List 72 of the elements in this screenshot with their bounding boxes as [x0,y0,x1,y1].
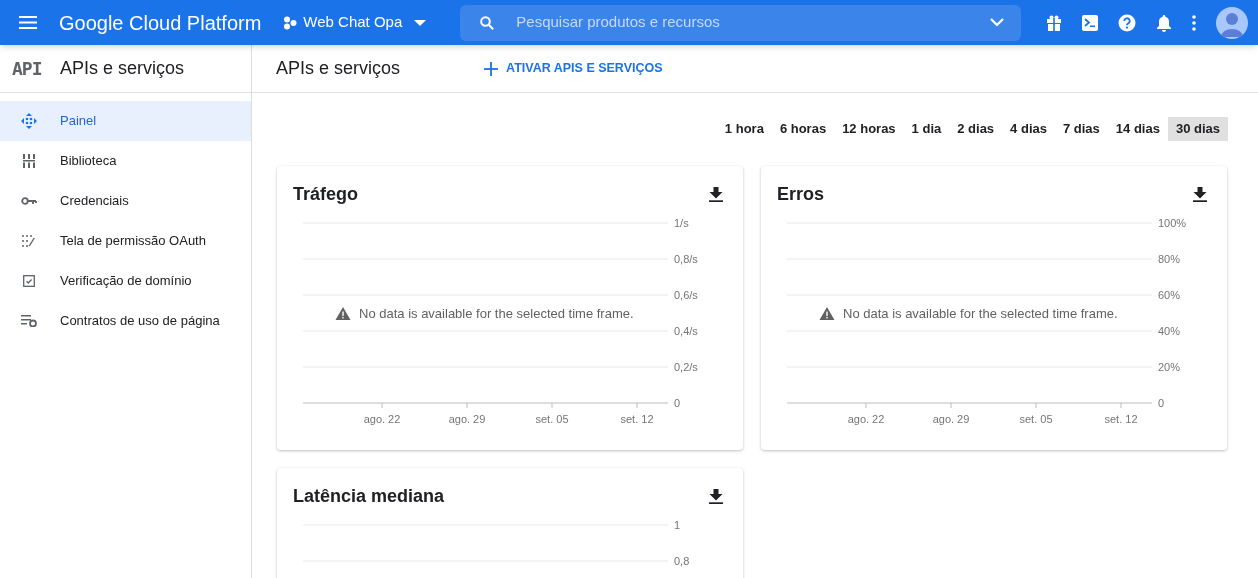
key-icon [20,197,37,205]
y-axis-label: 0,8 [674,555,690,567]
sidebar-item[interactable]: Tela de permissão OAuth [0,221,251,261]
x-axis-label: set. 05 [535,413,569,425]
dotted-pen-icon [21,235,36,247]
api-logo-icon: API [12,55,46,82]
time-range-tab[interactable]: 14 dias [1107,117,1168,141]
product-logo[interactable]: Google Cloud Platform [59,7,262,38]
download-icon[interactable] [709,186,723,202]
y-axis-label: 0,6/s [674,289,698,301]
no-data-message: No data is available for the selected time frame. [843,306,1118,321]
x-axis-label: set. 12 [620,413,654,425]
y-axis-label: 40% [1158,325,1181,337]
time-range-tab[interactable]: 2 dias [949,117,1003,141]
warning-icon [819,307,835,320]
no-data-message: No data is available for the selected time frame. [359,306,634,321]
enable-apis-button[interactable]: ATIVAR APIS E SERVIÇOS [484,50,663,87]
time-range-tab[interactable]: 7 dias [1054,117,1108,141]
card-title: Latência mediana [293,484,445,508]
y-axis-label: 1 [674,519,681,531]
sidebar-item[interactable]: Verificação de domínio [0,261,251,301]
gift-icon[interactable] [1046,14,1062,31]
more-options-icon[interactable] [1192,14,1196,31]
search-field[interactable]: Pesquisar produtos e recursos [516,11,991,34]
y-axis-label: 0,8/s [674,253,698,265]
caret-icon [414,19,427,26]
page-title: APIs e serviços [276,57,401,80]
card-title: Tráfego [293,182,358,206]
time-range-tab[interactable]: 6 horas [771,117,835,141]
y-axis-label: 0 [674,397,681,409]
checkbox-icon [22,275,35,287]
card-title: Erros [777,182,825,206]
x-axis-label: set. 12 [1104,413,1138,425]
avatar-icon[interactable] [1216,6,1248,39]
list-settings-icon [20,315,37,327]
search-icon [480,15,495,30]
help-icon[interactable] [1118,13,1136,32]
x-axis-label: ago. 22 [363,413,401,425]
time-range-tab[interactable]: 4 dias [1002,117,1055,141]
plus-icon [484,61,499,76]
x-axis-label: ago. 29 [448,413,486,425]
project-icon [283,15,298,30]
search-bar[interactable]: Pesquisar produtos e recursos [460,4,1022,41]
time-range-tab[interactable]: 1 dia [903,117,950,141]
terminal-icon[interactable] [1082,14,1098,31]
library-icon [22,154,35,168]
download-icon[interactable] [709,488,723,504]
chevron-down-icon [990,18,1005,27]
sidebar-item[interactable]: Contratos de uso de página [0,301,251,341]
time-range-tab[interactable]: 30 dias [1167,117,1228,141]
warning-icon [335,307,351,320]
y-axis-label: 1/s [674,217,689,229]
y-axis-label: 0,4/s [674,325,698,337]
x-axis-label: set. 05 [1019,413,1053,425]
sidebar-item[interactable]: Painel [0,101,251,141]
project-selector[interactable]: Web Chat Opa [283,6,427,39]
y-axis-label: 0 [1158,397,1165,409]
x-axis-label: ago. 22 [847,413,885,425]
notifications-icon[interactable] [1156,13,1172,32]
y-axis-label: 100% [1158,217,1187,229]
sidebar-item[interactable]: Biblioteca [0,141,251,181]
y-axis-label: 80% [1158,253,1181,265]
y-axis-label: 20% [1158,361,1181,373]
time-range-tab[interactable]: 12 horas [834,117,904,141]
x-axis-label: ago. 29 [932,413,970,425]
time-range-tab[interactable]: 1 hora [716,117,772,141]
y-axis-label: 60% [1158,289,1181,301]
sidebar-title: APIs e serviços [60,57,185,80]
download-icon[interactable] [1193,186,1207,202]
y-axis-label: 0,2/s [674,361,698,373]
sidebar-item[interactable]: Credenciais [0,181,251,221]
dashboard-icon [20,113,37,129]
